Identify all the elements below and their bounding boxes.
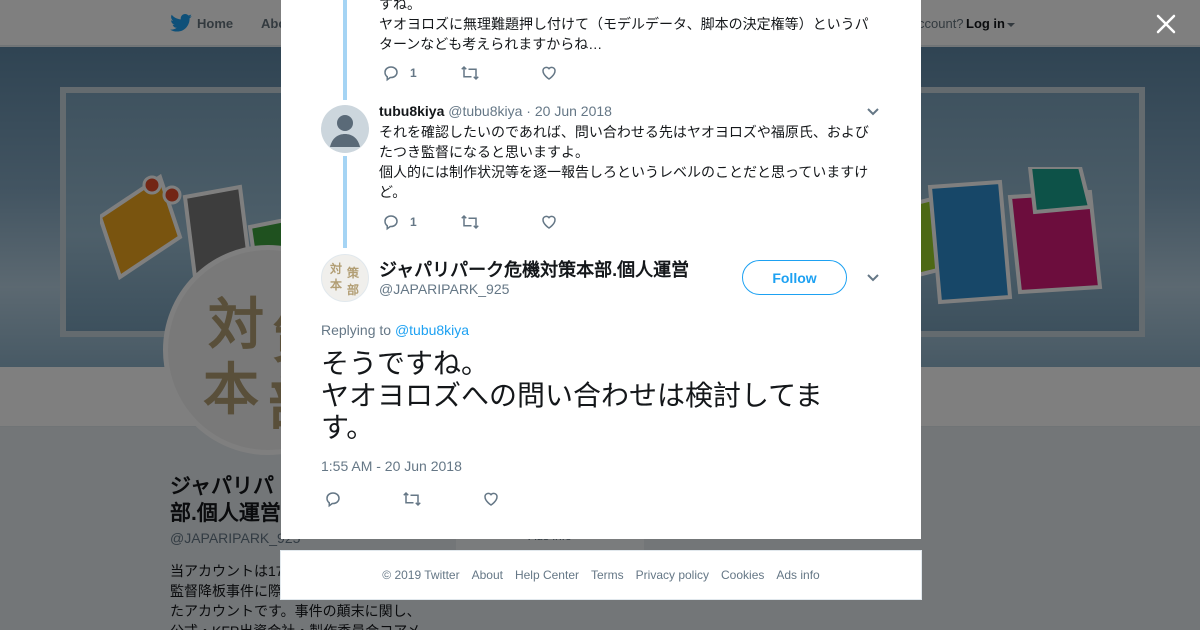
footer-privacy-link[interactable]: Privacy policy bbox=[636, 568, 709, 582]
tweet2-header: tubu8kiya @tubu8kiya · 20 Jun 2018 bbox=[379, 103, 612, 119]
tweet2-date[interactable]: 20 Jun 2018 bbox=[535, 103, 612, 119]
footer-copyright: © 2019 Twitter bbox=[382, 568, 460, 582]
follow-button[interactable]: Follow bbox=[742, 260, 847, 295]
replying-to: Replying to @tubu8kiya bbox=[321, 322, 469, 338]
footer-about-link[interactable]: About bbox=[472, 568, 503, 582]
tweet2-separator: · bbox=[526, 103, 531, 119]
tweet2-text: それを確認したいのであれば、問い合わせる先はヤオヨロズや福原氏、およびたつき監督… bbox=[379, 124, 869, 200]
chevron-down-icon[interactable] bbox=[866, 273, 880, 283]
retweet-icon bbox=[461, 65, 479, 81]
heart-icon bbox=[484, 492, 498, 506]
main-tweet-actions bbox=[324, 490, 624, 510]
main-tweet-author-handle[interactable]: @JAPARIPARK_925 bbox=[379, 281, 509, 297]
tweet2-reply-button[interactable]: 1 bbox=[382, 213, 417, 231]
retweet-icon bbox=[403, 491, 421, 507]
main-tweet-timestamp[interactable]: 1:55 AM - 20 Jun 2018 bbox=[321, 458, 462, 474]
tweet1-reply-count: 1 bbox=[410, 66, 417, 80]
heart-icon bbox=[542, 215, 556, 229]
tweet2-like-button[interactable] bbox=[540, 213, 558, 231]
main-avatar-kanji-2: 策 bbox=[347, 266, 360, 280]
main-avatar-kanji-4: 部 bbox=[347, 283, 360, 297]
chevron-down-icon[interactable] bbox=[866, 107, 880, 117]
heart-icon bbox=[542, 66, 556, 80]
replying-to-prefix: Replying to bbox=[321, 322, 392, 338]
default-avatar-icon bbox=[330, 115, 360, 147]
footer-ads-info-link[interactable]: Ads info bbox=[776, 568, 819, 582]
reply-icon bbox=[326, 492, 340, 508]
main-avatar-kanji-3: 本 bbox=[330, 278, 343, 292]
main-avatar-kanji-1: 対 bbox=[330, 262, 343, 276]
tweet2-reply-count: 1 bbox=[410, 215, 417, 229]
footer-terms-link[interactable]: Terms bbox=[591, 568, 624, 582]
tweet1-actions: 1 bbox=[382, 64, 682, 84]
reply-icon bbox=[384, 215, 398, 231]
footer-help-center-link[interactable]: Help Center bbox=[515, 568, 579, 582]
tweet1-text: すね。 ヤオヨロズに無理難題押し付けて（モデルデータ、脚本の決定権等）というパタ… bbox=[379, 0, 869, 52]
tweet1-retweet-button[interactable] bbox=[460, 64, 480, 82]
thread-line-middle bbox=[343, 156, 347, 248]
reply-icon bbox=[384, 66, 398, 82]
thread-line-top bbox=[343, 0, 347, 100]
main-reply-button[interactable] bbox=[324, 490, 342, 508]
main-tweet-avatar[interactable]: 対 策 本 部 bbox=[321, 254, 369, 302]
footer-cookies-link[interactable]: Cookies bbox=[721, 568, 764, 582]
tweet2-avatar[interactable] bbox=[321, 105, 369, 153]
main-like-button[interactable] bbox=[482, 490, 500, 508]
tweet-modal: すね。 ヤオヨロズに無理難題押し付けて（モデルデータ、脚本の決定権等）というパタ… bbox=[281, 0, 921, 539]
tweet1-reply-button[interactable]: 1 bbox=[382, 64, 417, 82]
modal-footer: © 2019 Twitter About Help Center Terms P… bbox=[280, 550, 922, 600]
tweet2-author-handle[interactable]: @tubu8kiya bbox=[448, 103, 522, 119]
replying-to-link[interactable]: @tubu8kiya bbox=[395, 322, 469, 338]
main-tweet-text: そうですね。 ヤオヨロズへの問い合わせは検討してます。 bbox=[321, 348, 823, 443]
tweet2-retweet-button[interactable] bbox=[460, 213, 480, 231]
tweet2-author-name[interactable]: tubu8kiya bbox=[379, 103, 444, 119]
close-icon[interactable] bbox=[1152, 10, 1180, 38]
tweet2-actions: 1 bbox=[382, 213, 682, 233]
main-retweet-button[interactable] bbox=[402, 490, 422, 508]
main-tweet-author-name[interactable]: ジャパリパーク危機対策本部.個人運営 bbox=[379, 256, 689, 282]
tweet1-like-button[interactable] bbox=[540, 64, 558, 82]
retweet-icon bbox=[461, 214, 479, 230]
